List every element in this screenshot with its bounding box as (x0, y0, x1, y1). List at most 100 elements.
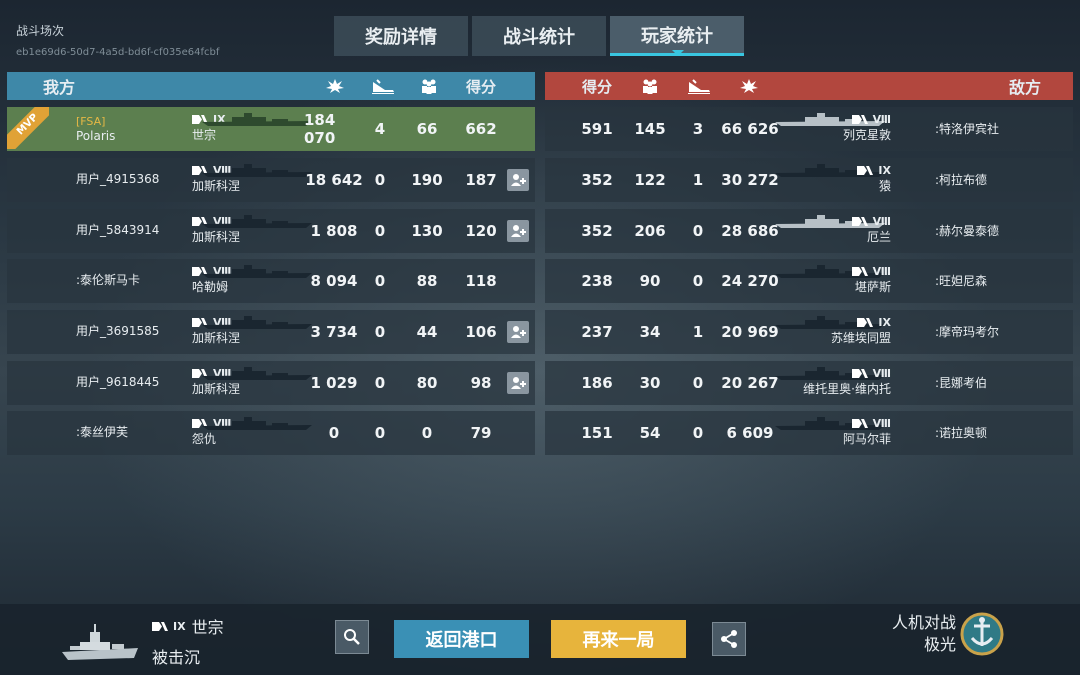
ship-tier-label: Ⅷ (872, 113, 891, 126)
ally-row[interactable]: 用户_4915368 Ⅷ 加斯科涅 18 642 0 190 187 (7, 158, 535, 202)
stat-kills: 4 (374, 120, 386, 138)
enemy-row[interactable]: 352 122 1 30 272 IX 猿:柯拉布德 (545, 158, 1073, 202)
mode-label: 人机对战 (891, 613, 956, 632)
stat-damage: 1 029 (310, 374, 358, 392)
enemy-row[interactable]: 237 34 1 20 969 IX 苏维埃同盟:摩帝玛考尔 (545, 310, 1073, 354)
stat-kills: 0 (374, 323, 386, 341)
stat-score: 186 (581, 374, 613, 392)
battle-info: 战斗场次 eb1e69d6-50d7-4a5d-bd6f-cf035e64fcb… (16, 22, 219, 58)
return-to-port-button[interactable]: 返回港口 (394, 620, 529, 658)
stat-score: 591 (581, 120, 613, 138)
ally-row[interactable]: MVP [FSA] Polaris IX 世宗 184 070 4 66 662 (7, 107, 535, 151)
stat-xp: 0 (421, 424, 433, 442)
stat-xp: 54 (639, 424, 661, 442)
tab-rewards[interactable]: 奖励详情 (334, 16, 468, 56)
enemy-row[interactable]: 591 145 3 66 626 Ⅷ 列克星敦:特洛伊宾社 (545, 107, 1073, 151)
player-tier: IX (152, 620, 186, 633)
player-name: 用户_9618445 (76, 375, 160, 389)
stat-damage: 20 267 (721, 374, 779, 392)
search-button[interactable] (335, 620, 369, 654)
player-name: :诺拉奥顿 (935, 426, 988, 440)
player-name: 用户_3691585 (76, 324, 160, 338)
player-name-block: [FSA] Polaris (76, 115, 115, 143)
battle-id: eb1e69d6-50d7-4a5d-bd6f-cf035e64fcbf (16, 47, 220, 58)
ship-name: 加斯科涅 (192, 382, 241, 396)
sinking-ship-icon (360, 72, 406, 100)
stat-damage: 3 734 (310, 323, 358, 341)
stat-xp: 206 (634, 222, 666, 240)
stat-kills: 1 (692, 323, 704, 341)
ally-row[interactable]: :泰伦斯马卡 Ⅷ 哈勒姆 8 094 0 88 118 (7, 259, 535, 303)
stat-score: 352 (581, 171, 613, 189)
ally-row[interactable]: 用户_9618445 Ⅷ 加斯科涅 1 029 0 80 98 (7, 361, 535, 405)
enemy-row[interactable]: 238 90 0 24 270 Ⅷ 堪萨斯:旺妲尼森 (545, 259, 1073, 303)
ally-row[interactable]: 用户_3691585 Ⅷ 加斯科涅 3 734 0 44 106 (7, 310, 535, 354)
ship-block: IX 苏维埃同盟 (831, 316, 891, 346)
add-friend-icon (511, 225, 526, 237)
ship-class-icon (851, 115, 868, 124)
share-button[interactable] (712, 622, 746, 656)
stat-xp: 122 (634, 171, 666, 189)
tab-player-stats[interactable]: 玩家统计 (610, 16, 744, 56)
ship-name: 加斯科涅 (192, 331, 241, 345)
mode-info: 人机对战 极光 (892, 612, 956, 656)
player-name-block: 用户_4915368 (76, 172, 159, 186)
stat-score: 98 (470, 374, 492, 392)
crew-icon (628, 72, 672, 100)
enemy-row[interactable]: 186 30 0 20 267 Ⅷ 维托里奥·维内托:昆娜考伯 (545, 361, 1073, 405)
player-name-block: 用户_5843914 (76, 223, 159, 237)
ship-class-icon (851, 217, 868, 226)
player-name: 用户_4915368 (76, 172, 160, 186)
stat-kills: 0 (692, 424, 704, 442)
ally-row[interactable]: 用户_5843914 Ⅷ 加斯科涅 1 808 0 130 120 (7, 209, 535, 253)
stat-score: 238 (581, 272, 613, 290)
player-info: IX 世宗 被击沉 (152, 614, 224, 668)
ship-class-icon (857, 166, 874, 175)
player-name: :柯拉布德 (935, 173, 988, 187)
stat-xp: 190 (411, 171, 443, 189)
add-friend-button[interactable] (507, 372, 529, 394)
ally-header: 我方 得分 (7, 72, 535, 100)
ship-name: 哈勒姆 (192, 280, 229, 294)
battleship-class-icon (152, 621, 168, 631)
player-name: :昆娜考伯 (935, 376, 988, 390)
stat-score: 120 (465, 222, 497, 240)
enemy-row[interactable]: 352 206 0 28 686 Ⅷ 厄兰:赫尔曼泰德 (545, 209, 1073, 253)
stat-kills: 0 (374, 374, 386, 392)
enemy-row[interactable]: 151 54 0 6 609 Ⅷ 阿马尔菲:诺拉奥顿 (545, 411, 1073, 455)
ship-name: 猿 (878, 179, 891, 193)
ally-row[interactable]: :泰丝伊芙 Ⅷ 怨仇 0 0 0 79 (7, 411, 535, 455)
enemy-header: 得分 敌方 (545, 72, 1073, 100)
stat-damage: 20 969 (721, 323, 779, 341)
player-name: :泰丝伊芙 (76, 425, 129, 439)
stat-score: 352 (581, 222, 613, 240)
ship-block: Ⅷ 列克星敦 (843, 113, 891, 143)
play-again-button[interactable]: 再来一局 (551, 620, 686, 658)
player-name-block: :泰伦斯马卡 (76, 273, 140, 287)
ship-name: 厄兰 (866, 230, 891, 244)
player-ship-name: 世宗 (191, 618, 224, 637)
ship-tier-label: Ⅷ (872, 265, 891, 278)
player-status: 被击沉 (152, 648, 201, 667)
sinking-ship-icon (676, 72, 722, 100)
stat-damage: 1 808 (310, 222, 358, 240)
ship-tier-label: IX (878, 164, 891, 177)
ship-name: 世宗 (192, 128, 217, 142)
add-friend-button[interactable] (507, 169, 529, 191)
damage-icon (312, 72, 358, 100)
ship-block: Ⅷ 堪萨斯 (851, 265, 891, 295)
player-name: :旺妲尼森 (935, 274, 988, 288)
ship-block: Ⅷ 维托里奥·维内托 (803, 367, 891, 397)
ship-silhouette (202, 366, 312, 380)
ship-silhouette (202, 416, 312, 430)
stat-score: 187 (465, 171, 497, 189)
ship-tier: IX (831, 316, 891, 329)
player-name: :摩帝玛考尔 (935, 325, 1000, 339)
tab-battle-stats[interactable]: 战斗统计 (472, 16, 606, 56)
ship-name: 列克星敦 (842, 128, 891, 142)
ship-class-icon (851, 267, 868, 276)
enemy-title: 敌方 (1008, 78, 1041, 97)
add-friend-button[interactable] (507, 220, 529, 242)
player-name-block: 用户_3691585 (76, 324, 159, 338)
add-friend-button[interactable] (507, 321, 529, 343)
